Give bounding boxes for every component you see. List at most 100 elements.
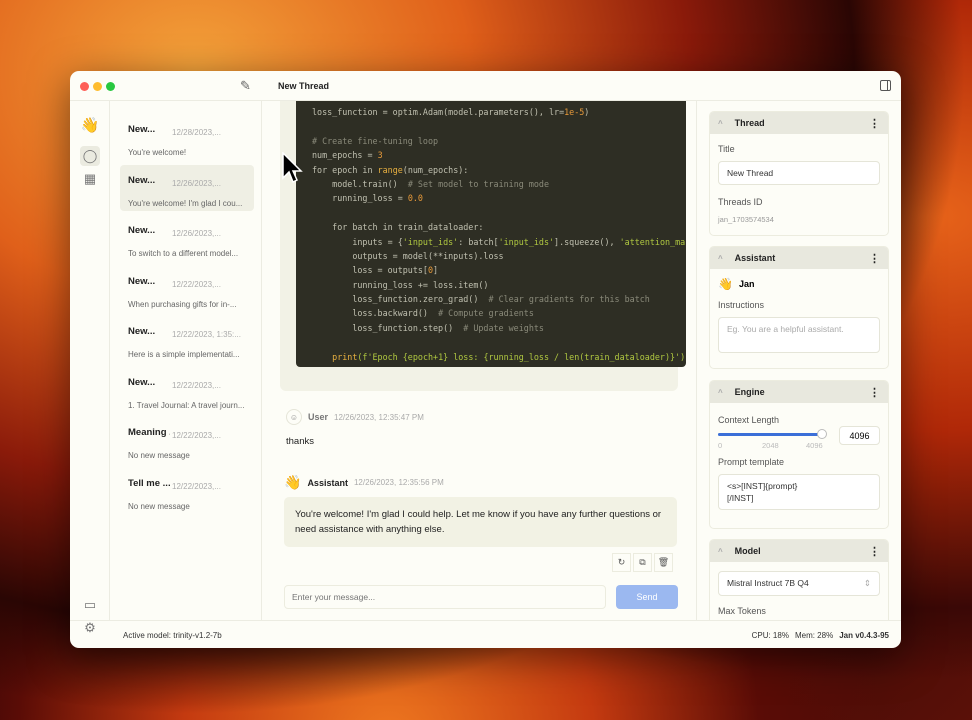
monitor-icon[interactable]: ▭	[80, 595, 100, 615]
assistant-message-text: You're welcome! I'm glad I could help. L…	[284, 497, 677, 547]
chat-area: loss_function = optim.Adam(model.paramet…	[262, 101, 697, 620]
thread-item[interactable]: Tell me ...12/22/2023,... No new message	[120, 468, 254, 514]
status-bar: Active model: trinity-v1.2-7b CPU: 18% M…	[70, 620, 901, 648]
copy-icon[interactable]: ⧉	[633, 553, 652, 572]
code-token: running_loss =	[312, 193, 408, 204]
model-select-value: Mistral Instruct 7B Q4	[727, 578, 809, 588]
thread-id-value: jan_1703574534	[718, 215, 774, 224]
code-token: print	[312, 351, 358, 362]
code-token: # Set model to training mode	[407, 178, 549, 189]
code-token: 3	[377, 150, 383, 161]
thread-title: Meaning ...	[128, 427, 170, 438]
close-window-button[interactable]	[80, 82, 89, 91]
regenerate-icon[interactable]: ↻	[612, 553, 631, 572]
code-token: 0.0	[407, 193, 423, 204]
message-actions: ↻ ⧉ 🗑	[612, 553, 673, 572]
thread-item[interactable]: New... 12/22/2023,... When purchasing gift…	[120, 266, 254, 312]
code-token: 1e-5	[564, 107, 585, 117]
code-token: loss_function = optim.Adam(model.paramet…	[312, 107, 565, 117]
window-title: New Thread	[278, 81, 330, 91]
code-line: for epoch in range(num_epochs):	[312, 163, 686, 177]
thread-title-input[interactable]: New Thread	[718, 161, 880, 185]
thread-title: New...	[128, 174, 156, 186]
code-token: ].squeeze(),	[554, 236, 620, 247]
mem-usage: Mem: 28%	[794, 631, 834, 640]
code-block: loss_function = optim.Adam(model.paramet…	[296, 101, 686, 367]
thread-title: New...	[128, 225, 156, 236]
thread-card: ^ Thread ⋮ Title New Thread Threads ID jan…	[709, 111, 889, 236]
thread-item[interactable]: New... 12/22/2023,... 1. Travel Journal: A…	[120, 367, 254, 413]
code-line: model.train() # Set model to training mo…	[312, 177, 686, 191]
instructions-label: Instructions	[718, 300, 765, 310]
code-token: num_epochs =	[312, 150, 378, 161]
zoom-window-button[interactable]	[106, 82, 115, 91]
more-icon[interactable]: ⋮	[869, 117, 880, 130]
instructions-textarea[interactable]: Eg. You are a helpful assistant.	[718, 317, 880, 353]
delete-icon[interactable]: 🗑	[654, 553, 673, 572]
thread-item[interactable]: Meaning ...12/22/2023,... No new message	[120, 417, 254, 463]
context-length-label: Context Length	[718, 415, 780, 425]
message-author: User	[308, 412, 329, 422]
assistant-card-header[interactable]: ^ Assistant ⋮	[710, 247, 888, 269]
code-line: loss_function.zero_grad() # Clear gradie…	[312, 292, 686, 306]
new-thread-icon[interactable]: ✎	[240, 78, 251, 94]
model-card: ^ Model ⋮ Mistral Instruct 7B Q4 ⇕ Max Toke…	[709, 539, 889, 620]
message-timestamp: 12/26/2023, 12:35:47 PM	[334, 412, 424, 422]
message-input[interactable]	[284, 585, 606, 609]
card-title: Model	[734, 546, 761, 556]
thread-item[interactable]: New... 12/26/2023,... To switch to a diffe…	[120, 215, 254, 261]
thread-preview: You're welcome! I'm glad I cou...	[128, 198, 243, 208]
send-button[interactable]: Send	[616, 585, 678, 609]
context-length-slider[interactable]	[718, 429, 827, 439]
chat-icon[interactable]: ◯	[80, 146, 100, 166]
slider-tick: 2048	[762, 441, 779, 450]
thread-title: New...	[128, 376, 156, 388]
code-token: for batch in train_dataloader:	[312, 222, 484, 233]
prompt-template-label: Prompt template	[718, 457, 785, 467]
code-token: 'attention_mask'	[619, 236, 686, 247]
slider-handle[interactable]	[817, 429, 827, 439]
code-token: loss.backward()	[312, 308, 439, 319]
code-line: loss_function.step() # Update weights	[312, 321, 686, 335]
thread-preview: Here is a simple implementati...	[128, 350, 240, 359]
thread-item[interactable]: New... 12/28/2023,... You're welcome!	[120, 114, 254, 160]
hand-wave-logo-icon[interactable]: 👋	[80, 115, 100, 135]
model-select[interactable]: Mistral Instruct 7B Q4 ⇕	[718, 571, 880, 596]
engine-card: ^ Engine ⋮ Context Length 0 2048 4096 4096…	[709, 380, 889, 529]
minimize-window-button[interactable]	[93, 82, 102, 91]
more-icon[interactable]: ⋮	[869, 252, 880, 265]
prompt-template-textarea[interactable]: <s>[INST]{prompt} [/INST]	[718, 474, 880, 510]
model-card-header[interactable]: ^ Model ⋮	[710, 540, 888, 562]
app-window: ✎ New Thread 👋 ◯ ▦ ▭ ⚙ New... 12/28/2023,…	[70, 71, 901, 648]
assistant-message-header: 👋 Assistant 12/26/2023, 12:35:56 PM	[284, 474, 444, 491]
more-icon[interactable]: ⋮	[869, 545, 880, 558]
context-length-input[interactable]: 4096	[839, 426, 880, 445]
code-token: (num_epochs):	[402, 164, 469, 175]
thread-date: 12/22/2023, 1:35:...	[172, 330, 241, 339]
code-token: # Create fine-tuning loop	[312, 135, 439, 146]
thread-date: 12/22/2023,...	[172, 481, 221, 491]
code-line: loss_function = optim.Adam(model.paramet…	[312, 105, 686, 119]
thread-date: 12/22/2023,...	[172, 279, 221, 289]
code-token: 'input_ids'	[402, 236, 459, 247]
thread-item[interactable]: New... 12/22/2023, 1:35:... Here is a simp…	[120, 316, 254, 362]
active-model: Active model: trinity-v1.2-7b	[123, 631, 222, 640]
code-line: running_loss += loss.item()	[312, 278, 686, 292]
settings-panel: ^ Thread ⋮ Title New Thread Threads ID jan…	[697, 101, 901, 620]
thread-list: New... 12/28/2023,... You're welcome! New..…	[110, 101, 262, 620]
code-token: loss_function.step()	[312, 322, 464, 333]
code-token: # Compute gradients	[438, 308, 534, 319]
grid-icon[interactable]: ▦	[80, 169, 100, 189]
engine-card-header[interactable]: ^ Engine ⋮	[710, 381, 888, 403]
user-avatar-icon: ☺	[286, 409, 302, 425]
code-line: inputs = {'input_ids': batch['input_ids'…	[312, 235, 686, 249]
thread-card-header[interactable]: ^ Thread ⋮	[710, 112, 888, 134]
more-icon[interactable]: ⋮	[869, 386, 880, 399]
thread-preview: No new message	[128, 451, 190, 460]
user-message-header: ☺ User 12/26/2023, 12:35:47 PM	[286, 409, 424, 425]
thread-item[interactable]: New... 12/26/2023,... You're welcome! I'm …	[120, 164, 254, 211]
thread-title: New...	[128, 275, 156, 287]
toggle-right-panel-icon[interactable]	[880, 80, 891, 91]
